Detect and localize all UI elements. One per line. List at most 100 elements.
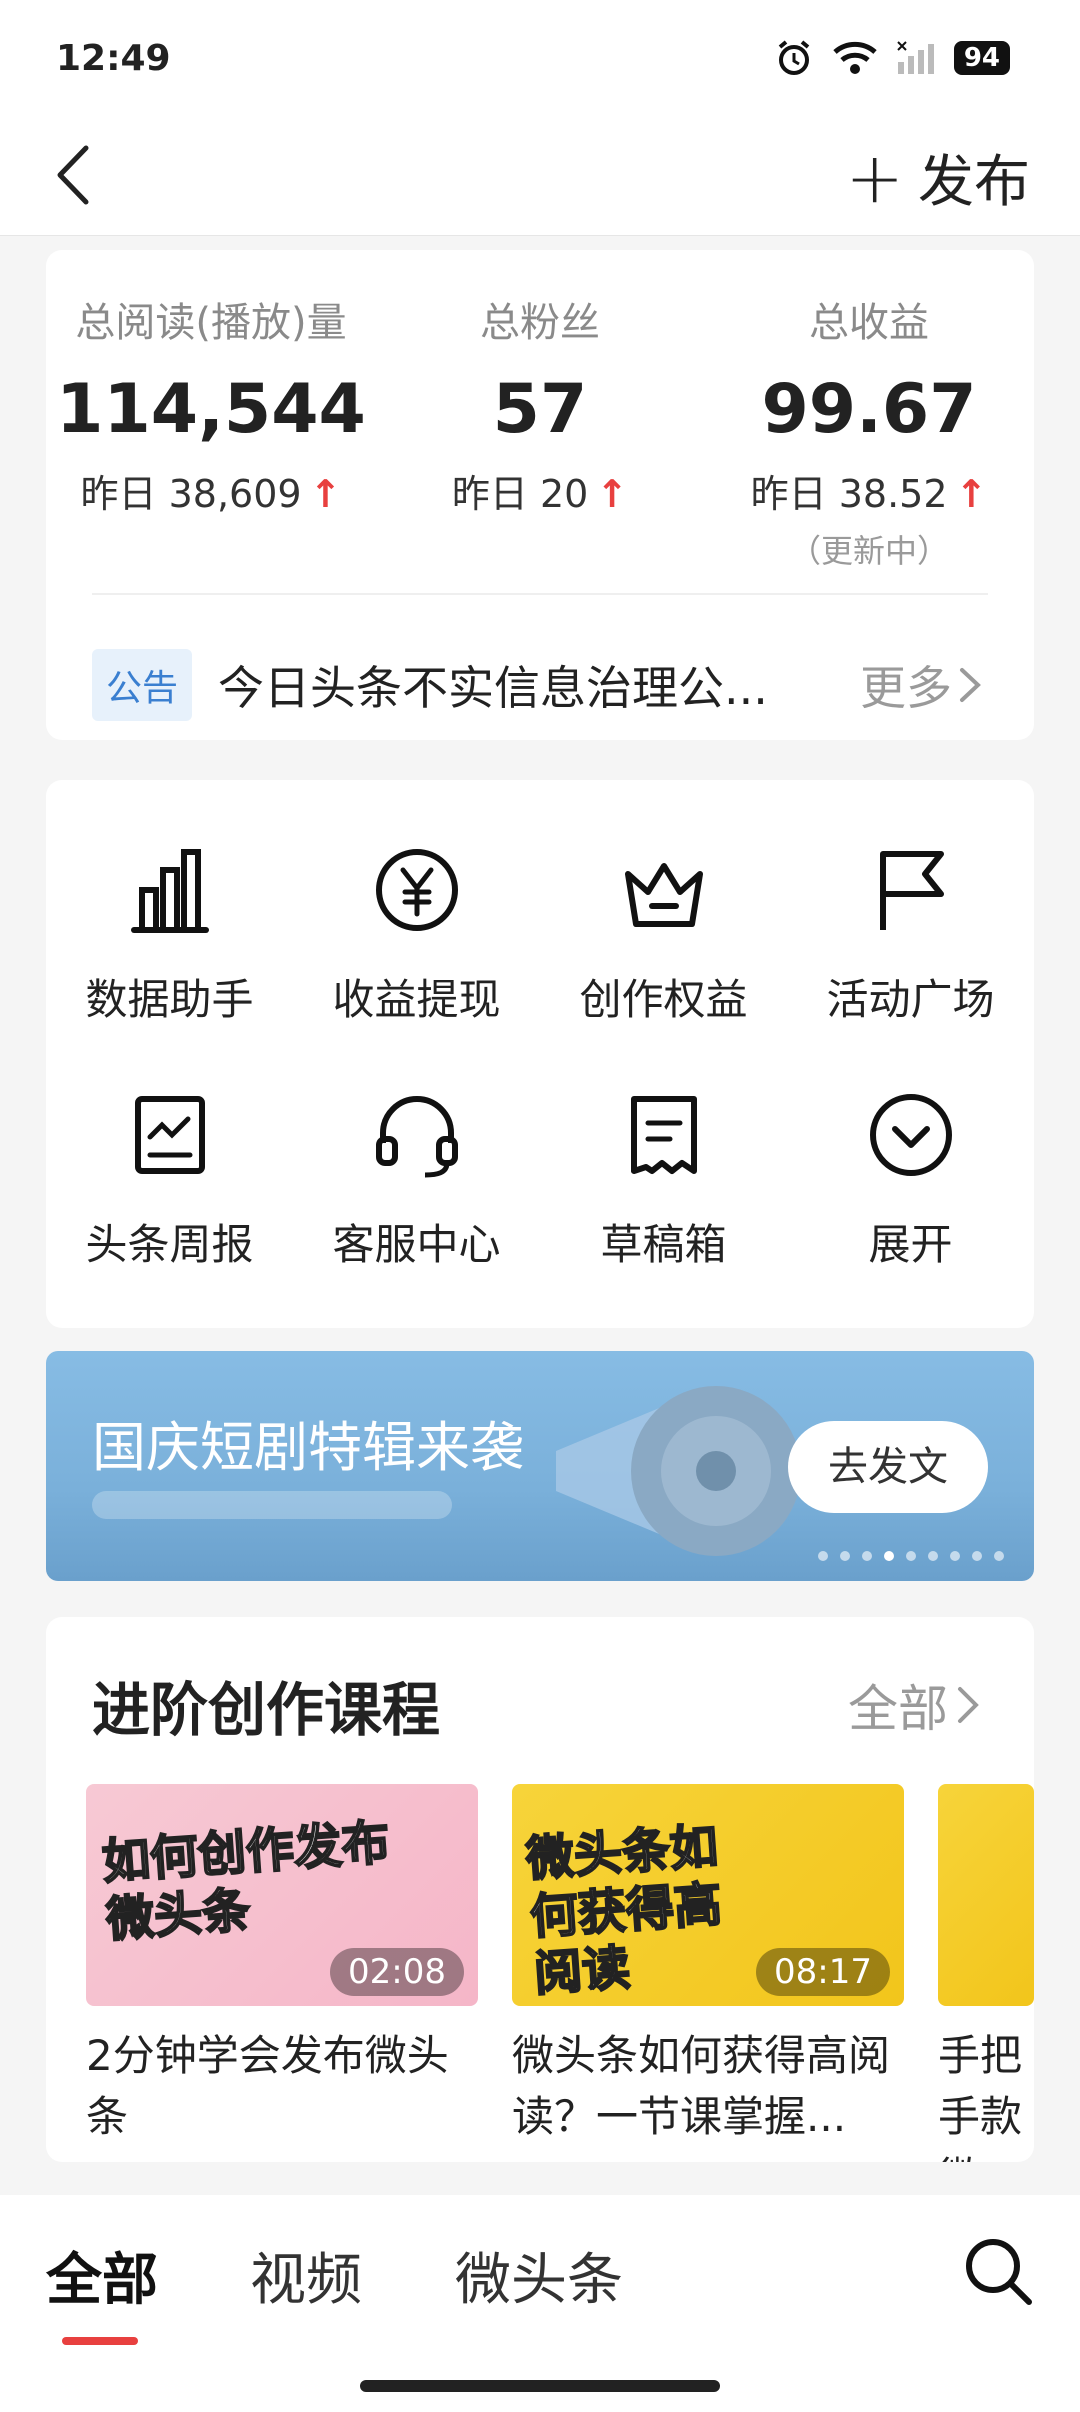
banner-subtitle-blur — [92, 1491, 452, 1519]
battery-indicator: 94 — [953, 41, 1010, 75]
courses-title: 进阶创作课程 — [92, 1676, 441, 1744]
stat-delta-text: 昨日 38.52 — [750, 472, 948, 516]
tool-label: 草稿箱 — [600, 1220, 727, 1269]
tool-label: 客服中心 — [332, 1220, 501, 1269]
tool-label: 头条周报 — [85, 1220, 254, 1269]
tool-label: 活动广场 — [826, 975, 995, 1024]
expand-icon — [869, 1094, 952, 1176]
tab-all[interactable]: 全部 — [46, 2235, 158, 2316]
thumb-text: 如何创作发布微头条 — [99, 1814, 392, 1949]
pagination-dot — [884, 1551, 894, 1561]
draft-icon — [630, 1096, 697, 1174]
stat-label: 总粉丝 — [480, 300, 600, 346]
signal-icon — [897, 41, 934, 74]
pagination-dot — [862, 1551, 872, 1561]
course-thumbnail: 微头条如何获得高阅读 08:17 — [512, 1784, 904, 2006]
tool-activity-square[interactable]: 活动广场 — [787, 840, 1034, 1027]
tool-weekly-report[interactable]: 头条周报 — [46, 1085, 293, 1272]
up-arrow-icon: ↑ — [955, 472, 988, 516]
stat-delta-text: 昨日 38,609 — [80, 472, 302, 516]
course-card[interactable]: 手把手款微 — [938, 1784, 1034, 2162]
pagination-dot — [818, 1551, 828, 1561]
stat-value: 99.67 — [761, 370, 977, 449]
stat-delta: 昨日 38.52 ↑ — [704, 463, 1034, 518]
tab-active-indicator — [62, 2337, 138, 2345]
tool-label: 创作权益 — [579, 975, 748, 1024]
crown-icon — [624, 863, 703, 927]
back-icon[interactable] — [48, 140, 108, 210]
courses-card: 进阶创作课程 全部 如何创作发布微头条 02:08 2分钟学会发布微头条 微头条… — [46, 1617, 1034, 2162]
stat-delta: 昨日 20 ↑ — [375, 463, 705, 518]
pagination-dot — [840, 1551, 850, 1561]
tool-label: 展开 — [868, 1220, 953, 1269]
thumb-text: 微头条如何获得高阅读 — [523, 1817, 724, 2003]
status-bar: 12:49 94 — [0, 0, 1080, 115]
tool-creator-rights[interactable]: 创作权益 — [540, 840, 787, 1027]
tool-income-withdraw[interactable]: 收益提现 — [293, 840, 540, 1027]
stat-label: 总阅读(播放)量 — [75, 300, 347, 346]
tools-grid: 数据助手 收益提现 创作权益 活动广场 头条周报 客服中心 草稿箱 展开 — [46, 780, 1034, 1328]
stat-delta-text: 昨日 20 — [451, 472, 589, 516]
pagination-dot — [972, 1551, 982, 1561]
chevron-right-icon — [958, 1687, 979, 1723]
banner-pagination — [818, 1551, 1004, 1561]
home-indicator — [360, 2380, 720, 2392]
pagination-dot — [928, 1551, 938, 1561]
headset-icon — [375, 1096, 458, 1178]
promo-banner[interactable]: 国庆短剧特辑来袭 去发文 — [46, 1351, 1034, 1581]
stat-value: 114,544 — [56, 370, 366, 449]
yuan-icon — [375, 849, 458, 931]
publish-label: 发布 — [918, 150, 1030, 215]
tool-drafts[interactable]: 草稿箱 — [540, 1085, 787, 1272]
wifi-icon — [833, 41, 877, 74]
search-icon[interactable] — [962, 2235, 1034, 2307]
course-thumbnail — [938, 1784, 1034, 2006]
stat-total-income[interactable]: 总收益 99.67 昨日 38.52 ↑ （更新中） — [704, 290, 1034, 572]
stat-total-reads[interactable]: 总阅读(播放)量 114,544 昨日 38,609 ↑ — [46, 290, 376, 518]
publish-button[interactable]: + 发布 — [845, 137, 1030, 218]
pagination-dot — [906, 1551, 916, 1561]
up-arrow-icon: ↑ — [309, 472, 342, 516]
stat-label: 总收益 — [809, 300, 929, 346]
notice-tag: 公告 — [92, 649, 193, 721]
alarm-icon — [778, 40, 810, 75]
banner-title: 国庆短剧特辑来袭 — [92, 1416, 524, 1479]
bar-chart-icon — [130, 849, 209, 933]
tool-expand[interactable]: 展开 — [787, 1085, 1034, 1272]
tab-video[interactable]: 视频 — [250, 2235, 362, 2316]
tool-customer-service[interactable]: 客服中心 — [293, 1085, 540, 1272]
stat-value: 57 — [492, 370, 588, 449]
up-arrow-icon: ↑ — [596, 472, 629, 516]
course-card[interactable]: 微头条如何获得高阅读 08:17 微头条如何获得高阅读？一节课掌握... — [512, 1784, 904, 2148]
status-time: 12:49 — [56, 38, 171, 79]
plus-icon: + — [845, 136, 904, 219]
course-thumbnail: 如何创作发布微头条 02:08 — [86, 1784, 478, 2006]
pagination-dot — [994, 1551, 1004, 1561]
courses-all-link[interactable]: 全部 — [848, 1669, 988, 1741]
tool-label: 收益提现 — [332, 975, 501, 1024]
video-duration: 08:17 — [756, 1948, 890, 1996]
chevron-right-icon — [960, 668, 981, 702]
flag-icon — [879, 851, 944, 930]
stats-card: 总阅读(播放)量 114,544 昨日 38,609 ↑ 总粉丝 57 昨日 20… — [46, 250, 1034, 740]
course-card[interactable]: 如何创作发布微头条 02:08 2分钟学会发布微头条 — [86, 1784, 478, 2148]
course-title: 2分钟学会发布微头条 — [86, 2031, 449, 2141]
course-title: 手把手款微 — [938, 2031, 1023, 2162]
more-label: 更多 — [860, 661, 952, 715]
notice-more-link[interactable]: 更多 — [860, 652, 988, 718]
stat-total-fans[interactable]: 总粉丝 57 昨日 20 ↑ — [375, 290, 705, 518]
course-title: 微头条如何获得高阅读？一节课掌握... — [512, 2031, 891, 2141]
stat-updating-note: （更新中） — [788, 532, 949, 570]
tool-data-assistant[interactable]: 数据助手 — [46, 840, 293, 1027]
report-icon — [134, 1096, 205, 1174]
stat-delta: 昨日 38,609 ↑ — [46, 463, 376, 518]
notice-row[interactable]: 公告 今日头条不实信息治理公... 更多 — [92, 640, 988, 730]
go-post-button[interactable]: 去发文 — [788, 1421, 988, 1513]
tool-label: 数据助手 — [85, 975, 254, 1024]
video-duration: 02:08 — [330, 1948, 464, 1996]
status-icons: 94 — [774, 38, 1010, 78]
notice-text[interactable]: 今日头条不实信息治理公... — [218, 652, 860, 718]
tab-micro-headline[interactable]: 微头条 — [455, 2235, 623, 2316]
all-label: 全部 — [848, 1680, 948, 1738]
nav-bar: + 发布 — [0, 115, 1080, 236]
